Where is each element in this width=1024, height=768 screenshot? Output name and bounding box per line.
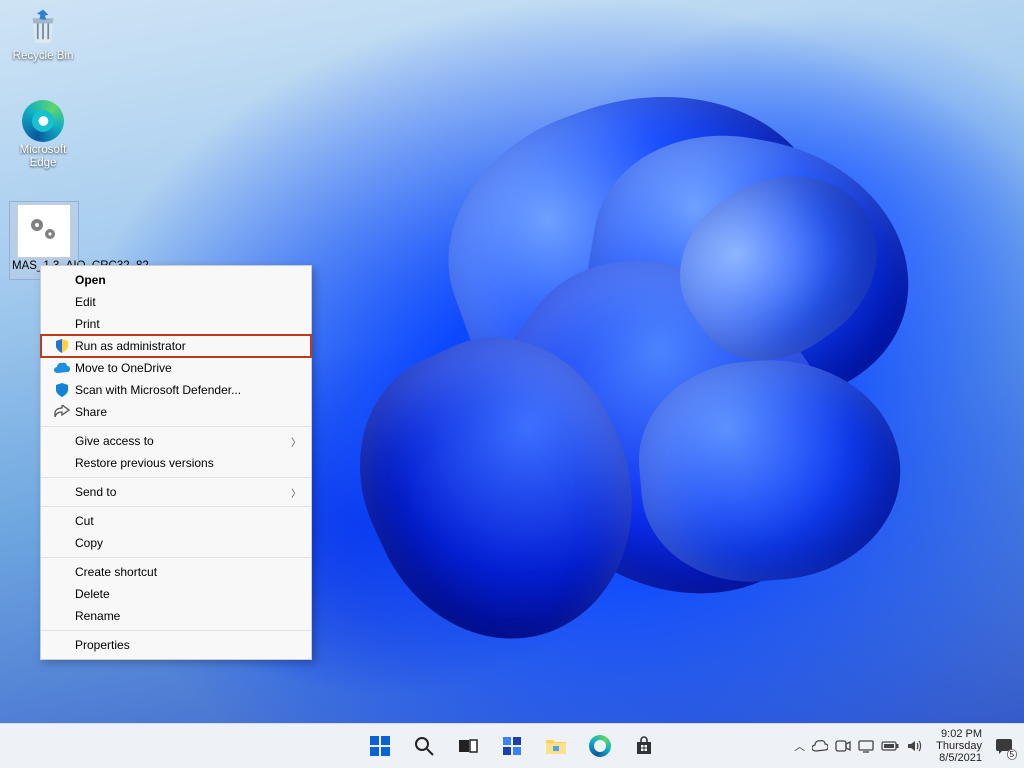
widgets-button[interactable] xyxy=(493,727,531,765)
menu-separator xyxy=(41,630,311,631)
taskview-icon xyxy=(457,735,479,757)
wallpaper-bloom xyxy=(270,60,990,700)
explorer-button[interactable] xyxy=(537,727,575,765)
menu-separator xyxy=(41,426,311,427)
submenu-arrow-icon: 〉 xyxy=(291,434,301,449)
onedrive-icon xyxy=(49,362,75,374)
clock-day: Thursday xyxy=(936,740,982,752)
battery-icon[interactable] xyxy=(881,740,899,752)
submenu-arrow-icon: 〉 xyxy=(291,485,301,500)
icon-label: Recycle Bin xyxy=(6,50,80,63)
clock-date: 8/5/2021 xyxy=(936,752,982,764)
icon-label: Microsoft Edge xyxy=(6,144,80,170)
store-button[interactable] xyxy=(625,727,663,765)
notifications-button[interactable]: 5 xyxy=(988,727,1020,765)
notification-badge: 5 xyxy=(1007,749,1017,760)
recycle-bin-icon xyxy=(22,6,64,48)
menu-separator xyxy=(41,477,311,478)
widgets-icon xyxy=(501,735,523,757)
menu-print[interactable]: Print xyxy=(41,313,311,335)
desktop[interactable]: Recycle Bin Microsoft Edge MAS_1.3_AIO_C… xyxy=(0,0,1024,768)
system-tray: ︿ xyxy=(786,738,930,754)
menu-cut[interactable]: Cut xyxy=(41,510,311,532)
desktop-icon-edge[interactable]: Microsoft Edge xyxy=(6,100,80,170)
menu-run-as-administrator[interactable]: Run as administrator xyxy=(41,335,311,357)
context-menu: Open Edit Print Run as administrator Mov… xyxy=(40,265,312,660)
menu-separator xyxy=(41,557,311,558)
taskbar-right: ︿ 9:02 PM Thursday 8/5/2021 5 xyxy=(786,724,1020,768)
taskbar: ︿ 9:02 PM Thursday 8/5/2021 5 xyxy=(0,723,1024,768)
shield-uac-icon xyxy=(49,338,75,354)
menu-edit[interactable]: Edit xyxy=(41,291,311,313)
batch-file-icon xyxy=(17,204,71,258)
menu-open[interactable]: Open xyxy=(41,269,311,291)
search-button[interactable] xyxy=(405,727,443,765)
store-icon xyxy=(633,735,655,757)
menu-create-shortcut[interactable]: Create shortcut xyxy=(41,561,311,583)
menu-give-access-to[interactable]: Give access to〉 xyxy=(41,430,311,452)
menu-copy[interactable]: Copy xyxy=(41,532,311,554)
menu-move-to-onedrive[interactable]: Move to OneDrive xyxy=(41,357,311,379)
tray-chevron-icon[interactable]: ︿ xyxy=(794,738,805,754)
menu-scan-defender[interactable]: Scan with Microsoft Defender... xyxy=(41,379,311,401)
defender-shield-icon xyxy=(49,382,75,398)
edge-button[interactable] xyxy=(581,727,619,765)
start-button[interactable] xyxy=(361,727,399,765)
onedrive-tray-icon[interactable] xyxy=(812,740,828,752)
clock-time: 9:02 PM xyxy=(936,728,982,740)
menu-share[interactable]: Share xyxy=(41,401,311,423)
windows-logo-icon xyxy=(369,735,391,757)
edge-icon xyxy=(589,735,611,757)
folder-icon xyxy=(544,735,568,757)
volume-icon[interactable] xyxy=(906,739,922,753)
taskbar-clock[interactable]: 9:02 PM Thursday 8/5/2021 xyxy=(930,728,988,764)
menu-properties[interactable]: Properties xyxy=(41,634,311,656)
meet-now-icon[interactable] xyxy=(835,739,851,753)
desktop-icon-recycle-bin[interactable]: Recycle Bin xyxy=(6,6,80,63)
menu-rename[interactable]: Rename xyxy=(41,605,311,627)
menu-separator xyxy=(41,506,311,507)
menu-restore-previous-versions[interactable]: Restore previous versions xyxy=(41,452,311,474)
share-icon xyxy=(49,405,75,419)
menu-send-to[interactable]: Send to〉 xyxy=(41,481,311,503)
edge-icon xyxy=(22,100,64,142)
taskview-button[interactable] xyxy=(449,727,487,765)
menu-delete[interactable]: Delete xyxy=(41,583,311,605)
network-icon[interactable] xyxy=(858,739,874,753)
search-icon xyxy=(413,735,435,757)
